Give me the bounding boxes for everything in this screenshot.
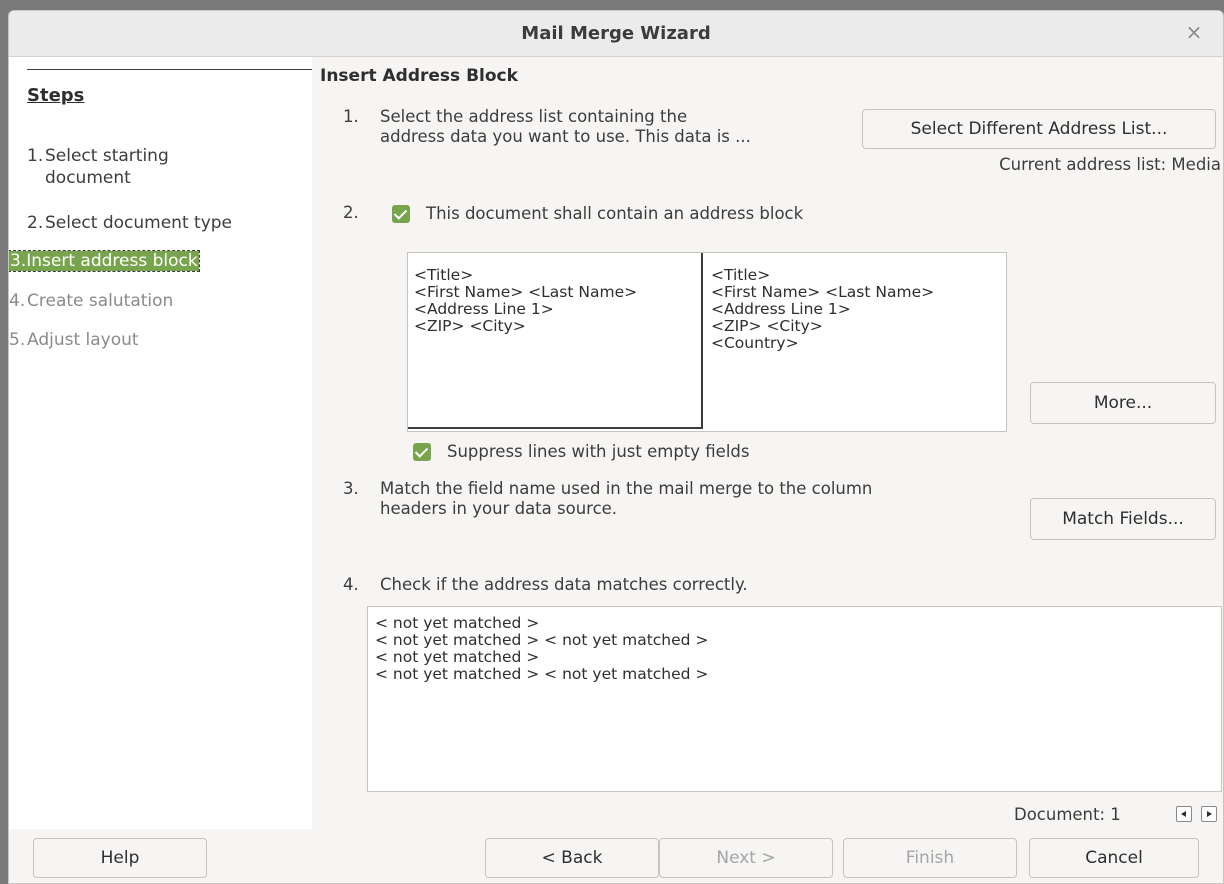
- sidebar-divider: [27, 69, 312, 70]
- address-block-checkbox-label[interactable]: This document shall contain an address b…: [426, 204, 803, 224]
- window-title: Mail Merge Wizard: [521, 23, 711, 44]
- step1-description-line1: Select the address list containing the: [380, 107, 688, 126]
- title-bar: Mail Merge Wizard ×: [9, 11, 1223, 57]
- step2-number: 2.: [343, 203, 359, 222]
- address-preview: < not yet matched > < not yet matched > …: [367, 606, 1222, 792]
- sidebar-step-insert-address-block[interactable]: 3.Insert address block: [9, 250, 200, 272]
- finish-button: Finish: [843, 838, 1017, 878]
- step4-number: 4.: [343, 575, 359, 594]
- close-icon[interactable]: ×: [1183, 21, 1205, 43]
- mail-merge-wizard-dialog: Mail Merge Wizard × Steps 1. Select start…: [8, 10, 1224, 884]
- footer-bar: Help < Back Next > Finish Cancel: [9, 829, 1223, 883]
- document-counter: Document: 1: [1014, 805, 1121, 824]
- address-block-selector[interactable]: <Title> <First Name> <Last Name> <Addres…: [407, 252, 1007, 432]
- next-document-icon[interactable]: [1201, 806, 1217, 822]
- step1-description-line2: address data you want to use. This data …: [380, 127, 751, 146]
- step3-description-line2: headers in your data source.: [380, 499, 618, 518]
- sidebar-step-adjust-layout: 5. Adjust layout: [9, 330, 139, 350]
- sidebar-step-select-starting-document[interactable]: 1. Select starting document: [27, 145, 169, 189]
- select-different-address-list-button[interactable]: Select Different Address List...: [862, 109, 1216, 149]
- back-button[interactable]: < Back: [485, 838, 659, 878]
- previous-document-icon[interactable]: [1176, 806, 1192, 822]
- sidebar-step-select-document-type[interactable]: 2. Select document type: [27, 212, 232, 234]
- current-address-list-label: Current address list: Media: [999, 155, 1221, 174]
- steps-sidebar: Steps 1. Select starting document 2. Selec…: [9, 57, 312, 829]
- step4-label: Check if the address data matches correc…: [380, 575, 748, 594]
- address-block-checkbox[interactable]: [392, 205, 410, 223]
- suppress-empty-lines-label[interactable]: Suppress lines with just empty fields: [447, 442, 750, 462]
- address-block-option-1[interactable]: <Title> <First Name> <Last Name> <Addres…: [408, 253, 703, 429]
- main-panel: Insert Address Block 1. Select the addre…: [312, 57, 1223, 829]
- sidebar-step-create-salutation: 4. Create salutation: [9, 291, 174, 311]
- step3-number: 3.: [343, 479, 359, 498]
- match-fields-button[interactable]: Match Fields...: [1030, 498, 1216, 540]
- cancel-button[interactable]: Cancel: [1029, 838, 1199, 878]
- step1-number: 1.: [343, 107, 359, 126]
- page-title: Insert Address Block: [320, 66, 518, 86]
- suppress-empty-lines-checkbox[interactable]: [413, 443, 431, 461]
- address-block-option-2[interactable]: <Title> <First Name> <Last Name> <Addres…: [705, 253, 1005, 431]
- steps-title: Steps: [27, 85, 85, 106]
- more-button[interactable]: More...: [1030, 382, 1216, 424]
- step3-description-line1: Match the field name used in the mail me…: [380, 479, 873, 498]
- help-button[interactable]: Help: [33, 838, 207, 878]
- next-button: Next >: [659, 838, 833, 878]
